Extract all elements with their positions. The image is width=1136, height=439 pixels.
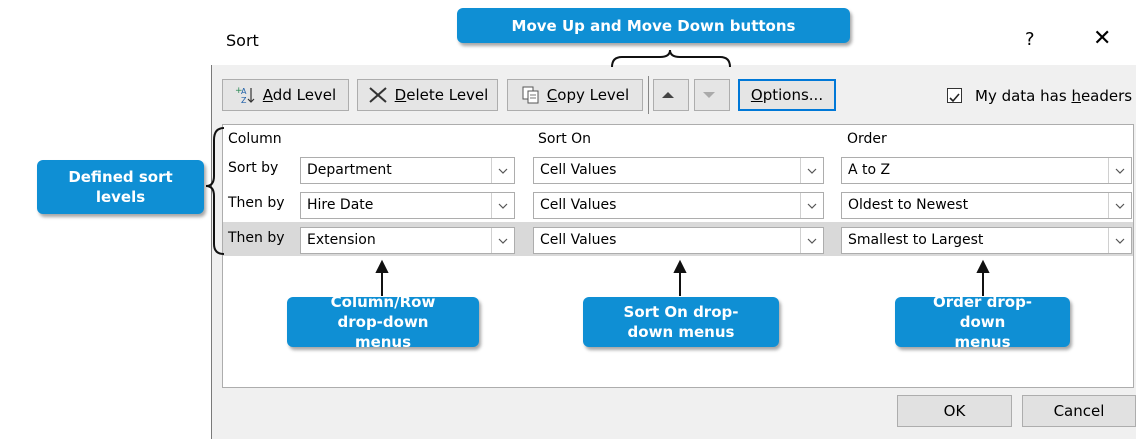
- order-arrow: [976, 259, 990, 296]
- sort-levels-brace: [205, 127, 225, 255]
- move-buttons-brace: [611, 49, 731, 68]
- move-buttons-callout: Move Up and Move Down buttons: [457, 8, 850, 43]
- annotation-overlay: [205, 49, 990, 296]
- sort-on-arrow: [673, 259, 687, 296]
- column-arrow: [375, 259, 389, 296]
- column-menus-callout: Column/Row drop-down menus: [287, 293, 479, 351]
- sort-levels-callout: Defined sort levels: [37, 160, 204, 214]
- order-menus-callout: Order drop-down menus: [895, 293, 1070, 351]
- sort-on-menus-callout: Sort On drop-down menus: [583, 297, 779, 347]
